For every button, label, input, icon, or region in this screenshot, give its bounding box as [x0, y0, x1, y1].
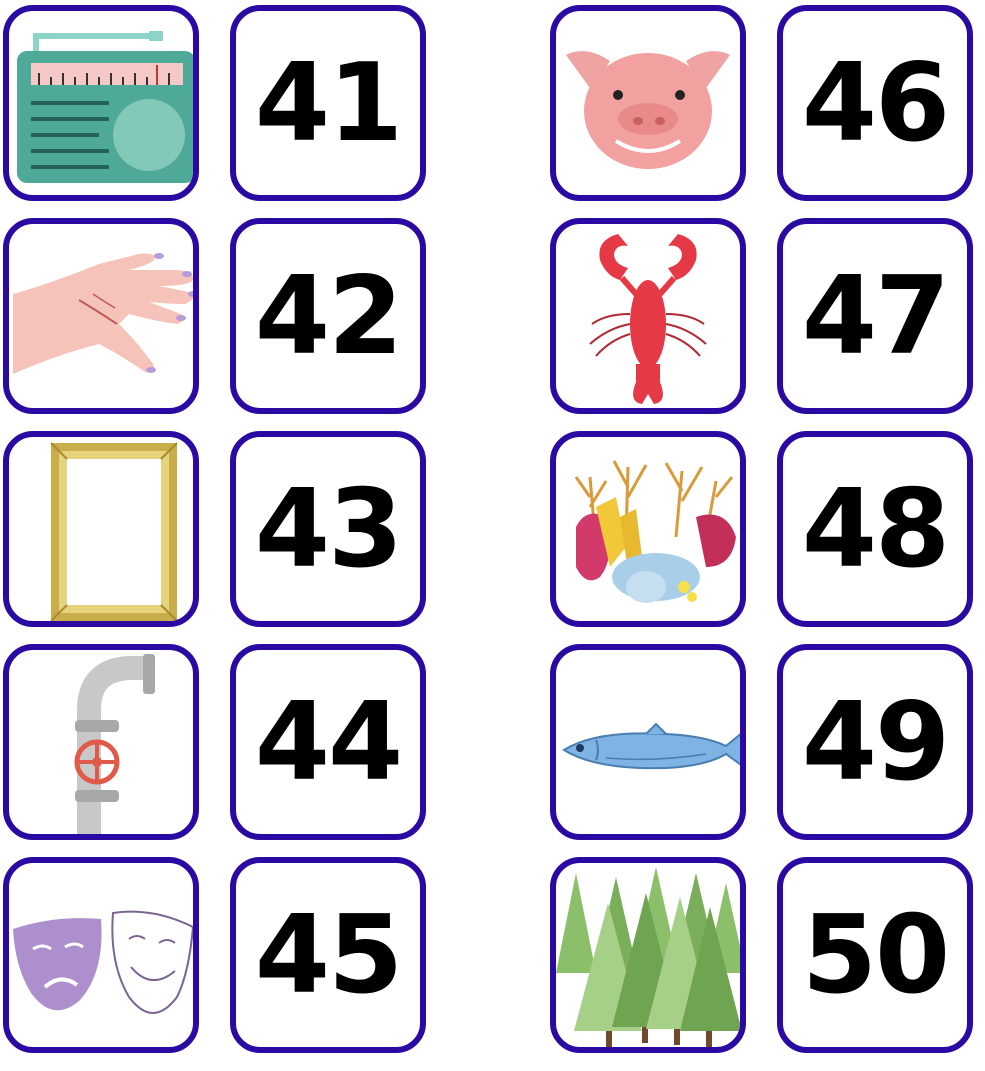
- theater-masks-icon: [13, 910, 193, 1014]
- number-label: 49: [801, 679, 950, 805]
- hand-card: [3, 218, 199, 414]
- number-card-49: 49: [777, 644, 973, 840]
- pig-icon: [566, 51, 730, 169]
- number-card-42: 42: [230, 218, 426, 414]
- forest-icon: [556, 867, 740, 1047]
- number-label: 44: [254, 679, 403, 805]
- number-label: 45: [254, 892, 403, 1018]
- number-label: 46: [801, 40, 950, 166]
- number-label: 42: [254, 253, 403, 379]
- hand-icon: [13, 253, 193, 374]
- number-label: 47: [801, 253, 950, 379]
- number-card-46: 46: [777, 5, 973, 201]
- picture-frame-icon: [50, 442, 178, 621]
- masks-card: [3, 857, 199, 1053]
- radio-icon: [17, 31, 193, 183]
- number-label: 41: [254, 40, 403, 166]
- water-pipe-icon: [74, 654, 155, 834]
- coral-card: [550, 431, 746, 627]
- frame-card: [3, 431, 199, 627]
- lobster-icon: [589, 234, 707, 404]
- number-card-47: 47: [777, 218, 973, 414]
- pig-card: [550, 5, 746, 201]
- coral-icon: [574, 460, 736, 603]
- radio-card: [3, 5, 199, 201]
- pipe-card: [3, 644, 199, 840]
- forest-card: [550, 857, 746, 1053]
- number-label: 48: [801, 466, 950, 592]
- lobster-card: [550, 218, 746, 414]
- number-card-41: 41: [230, 5, 426, 201]
- fish-card: [550, 644, 746, 840]
- number-label: 43: [254, 466, 403, 592]
- number-label: 50: [801, 892, 950, 1018]
- fish-icon: [562, 722, 740, 770]
- number-card-50: 50: [777, 857, 973, 1053]
- number-card-44: 44: [230, 644, 426, 840]
- number-card-45: 45: [230, 857, 426, 1053]
- number-card-43: 43: [230, 431, 426, 627]
- number-card-48: 48: [777, 431, 973, 627]
